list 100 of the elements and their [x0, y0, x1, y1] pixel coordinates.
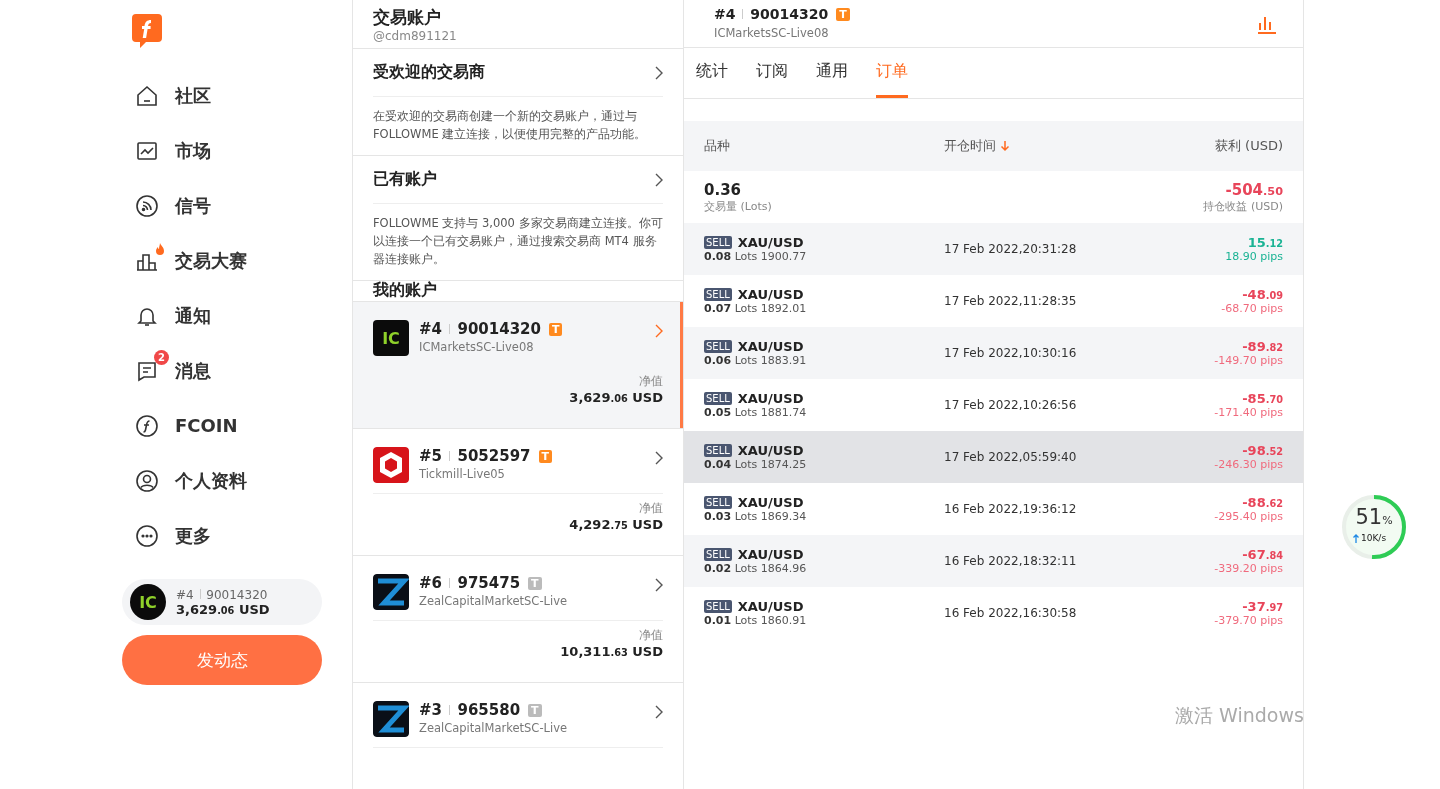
side-badge: SELL — [704, 392, 732, 405]
chevron-right-icon — [655, 65, 663, 80]
nav-item[interactable]: 通知 — [122, 288, 322, 343]
nav-item[interactable]: 信号 — [122, 178, 322, 233]
symbol: XAU/USD — [737, 599, 804, 614]
lots-and-price: 0.04 Lots 1874.25 — [704, 458, 808, 471]
equity-label: 净值 — [639, 627, 663, 644]
order-row[interactable]: SELL XAU/USD 0.03 Lots 1869.34 16 Feb 2022,19:36:12 -88.62 -295.40 pips — [684, 483, 1303, 535]
order-row[interactable]: SELL XAU/USD 0.04 Lots 1874.25 17 Feb 2022,05:59:40 -98.52 -246.30 pips — [684, 431, 1303, 483]
unread-badge: 2 — [154, 349, 169, 365]
account-tag: T — [548, 322, 563, 336]
account-number: #5 5052597 — [419, 447, 531, 465]
chevron-right-icon — [655, 324, 663, 338]
tab[interactable]: 通用 — [816, 48, 848, 98]
broker-logo-icon — [373, 701, 409, 737]
open-time: 17 Feb 2022,11:28:35 — [944, 294, 1078, 308]
chevron-right-icon — [655, 172, 663, 187]
account-number: #6 975475 — [419, 574, 521, 592]
account-tag: T — [538, 449, 553, 463]
nav-item[interactable]: 交易大赛 — [122, 233, 322, 288]
equity-label: 净值 — [639, 373, 663, 390]
user-icon — [135, 468, 159, 493]
section-link[interactable]: 受欢迎的交易商 — [373, 49, 663, 97]
order-profit: -48.09 — [1242, 287, 1283, 302]
nav-item[interactable]: 社区 — [122, 68, 322, 123]
chevron-right-icon — [655, 578, 663, 592]
current-account-card[interactable]: IC #4 90014320 3,629.06 USD — [122, 579, 322, 625]
coin-icon — [135, 413, 159, 438]
symbol: XAU/USD — [737, 495, 804, 510]
upload-rate: 10K/s — [1353, 533, 1387, 543]
account-tag: T — [528, 703, 542, 717]
open-time: 17 Feb 2022,20:31:28 — [944, 242, 1078, 256]
chevron-right-icon — [655, 705, 663, 719]
order-row[interactable]: SELL XAU/USD 0.06 Lots 1883.91 17 Feb 2022,10:30:16 -89.82 -149.70 pips — [684, 327, 1303, 379]
chevron-right-icon — [655, 451, 663, 465]
order-pips: -171.40 pips — [1214, 406, 1283, 419]
symbol: XAU/USD — [737, 547, 804, 562]
up-arrow-icon — [1353, 533, 1359, 543]
order-profit: -85.70 — [1242, 391, 1283, 406]
lots-and-price: 0.08 Lots 1900.77 — [704, 250, 808, 263]
order-row[interactable]: SELL XAU/USD 0.02 Lots 1864.96 16 Feb 2022,18:32:11 -67.84 -339.20 pips — [684, 535, 1303, 587]
network-speed-widget[interactable]: 51% 10K/s — [1340, 493, 1408, 561]
app-logo[interactable] — [132, 14, 162, 48]
open-time: 16 Feb 2022,19:36:12 — [944, 502, 1078, 516]
account-number: #4 90014320 — [419, 320, 541, 338]
order-pips: 18.90 pips — [1225, 250, 1283, 263]
side-badge: SELL — [704, 340, 732, 353]
lots-label: 交易量 (Lots) — [704, 198, 773, 214]
side-badge: SELL — [704, 444, 732, 457]
order-profit: -88.62 — [1242, 495, 1283, 510]
side-badge: SELL — [704, 600, 732, 613]
section-link[interactable]: 已有账户 — [373, 156, 663, 204]
nav-item[interactable]: 更多 — [122, 508, 322, 563]
symbol: XAU/USD — [737, 443, 804, 458]
account-card[interactable]: #5 5052597 T Tickmill-Live05 净值 4,292.75 USD — [353, 429, 683, 556]
broker-logo-icon — [373, 447, 409, 483]
account-tag: T — [836, 7, 850, 21]
section-description: 在受欢迎的交易商创建一个新的交易账户，通过与 FOLLOWME 建立连接，以便使用完整的产品功能。 — [373, 108, 648, 143]
open-time: 17 Feb 2022,10:26:56 — [944, 398, 1078, 412]
order-pips: -68.70 pips — [1221, 302, 1283, 315]
server-name: ZealCapitalMarketSC-Live — [419, 721, 568, 735]
lots-and-price: 0.01 Lots 1860.91 — [704, 614, 808, 627]
order-pips: -295.40 pips — [1214, 510, 1283, 523]
nav-item[interactable]: 个人资料 — [122, 453, 322, 508]
profit-label: 持仓收益 (USD) — [1203, 198, 1283, 214]
order-row[interactable]: SELL XAU/USD 0.01 Lots 1860.91 16 Feb 2022,16:30:58 -37.97 -379.70 pips — [684, 587, 1303, 639]
account-card[interactable]: #6 975475 T ZealCapitalMarketSC-Live 净值 10,311.63 USD — [353, 556, 683, 683]
order-pips: -246.30 pips — [1214, 458, 1283, 471]
equity-amount: 4,292.75 USD — [569, 517, 663, 532]
column-header[interactable]: 开仓时间 — [944, 137, 1123, 155]
order-row[interactable]: SELL XAU/USD 0.07 Lots 1892.01 17 Feb 2022,11:28:35 -48.09 -68.70 pips — [684, 275, 1303, 327]
equity-amount: 3,629.06 USD — [569, 390, 663, 405]
server-name: Tickmill-Live05 — [419, 467, 506, 481]
server-name: ZealCapitalMarketSC-Live — [419, 594, 568, 608]
account-tag: T — [528, 576, 542, 590]
column-header: 品种 — [704, 137, 731, 155]
symbol: XAU/USD — [737, 391, 804, 406]
tab[interactable]: 统计 — [696, 48, 728, 98]
order-pips: -339.20 pips — [1214, 562, 1283, 575]
open-time: 17 Feb 2022,10:30:16 — [944, 346, 1078, 360]
total-profit: -504.50 — [1225, 180, 1283, 199]
open-time: 16 Feb 2022,18:32:11 — [944, 554, 1078, 568]
order-pips: -379.70 pips — [1214, 614, 1283, 627]
tab[interactable]: 订阅 — [756, 48, 788, 98]
order-row[interactable]: SELL XAU/USD 0.05 Lots 1881.74 17 Feb 2022,10:26:56 -85.70 -171.40 pips — [684, 379, 1303, 431]
section-description: FOLLOWME 支持与 3,000 多家交易商建立连接。你可以连接一个已有交易账户，通过搜索交易商 MT4 服务器连接账户。 — [373, 215, 663, 268]
account-card[interactable]: IC #4 90014320 T ICMarketsSC-Live08 净值 3,629.06 USD — [353, 302, 683, 429]
side-badge: SELL — [704, 548, 732, 561]
sort-down-icon — [1000, 140, 1010, 152]
account-card[interactable]: #3 965580 T ZealCapitalMarketSC-Live — [353, 683, 683, 789]
nav-item[interactable]: 2 消息 — [122, 343, 322, 398]
order-row[interactable]: SELL XAU/USD 0.08 Lots 1900.77 17 Feb 2022,20:31:28 15.12 18.90 pips — [684, 223, 1303, 275]
nav-item[interactable]: 市场 — [122, 123, 322, 178]
account-number: #3 965580 — [419, 701, 521, 719]
open-time: 16 Feb 2022,16:30:58 — [944, 606, 1078, 620]
total-lots: 0.36 — [704, 180, 742, 199]
home-icon — [135, 83, 159, 108]
nav-item[interactable]: FCOIN — [122, 398, 322, 453]
order-profit: -37.97 — [1242, 599, 1283, 614]
side-badge: SELL — [704, 236, 732, 249]
